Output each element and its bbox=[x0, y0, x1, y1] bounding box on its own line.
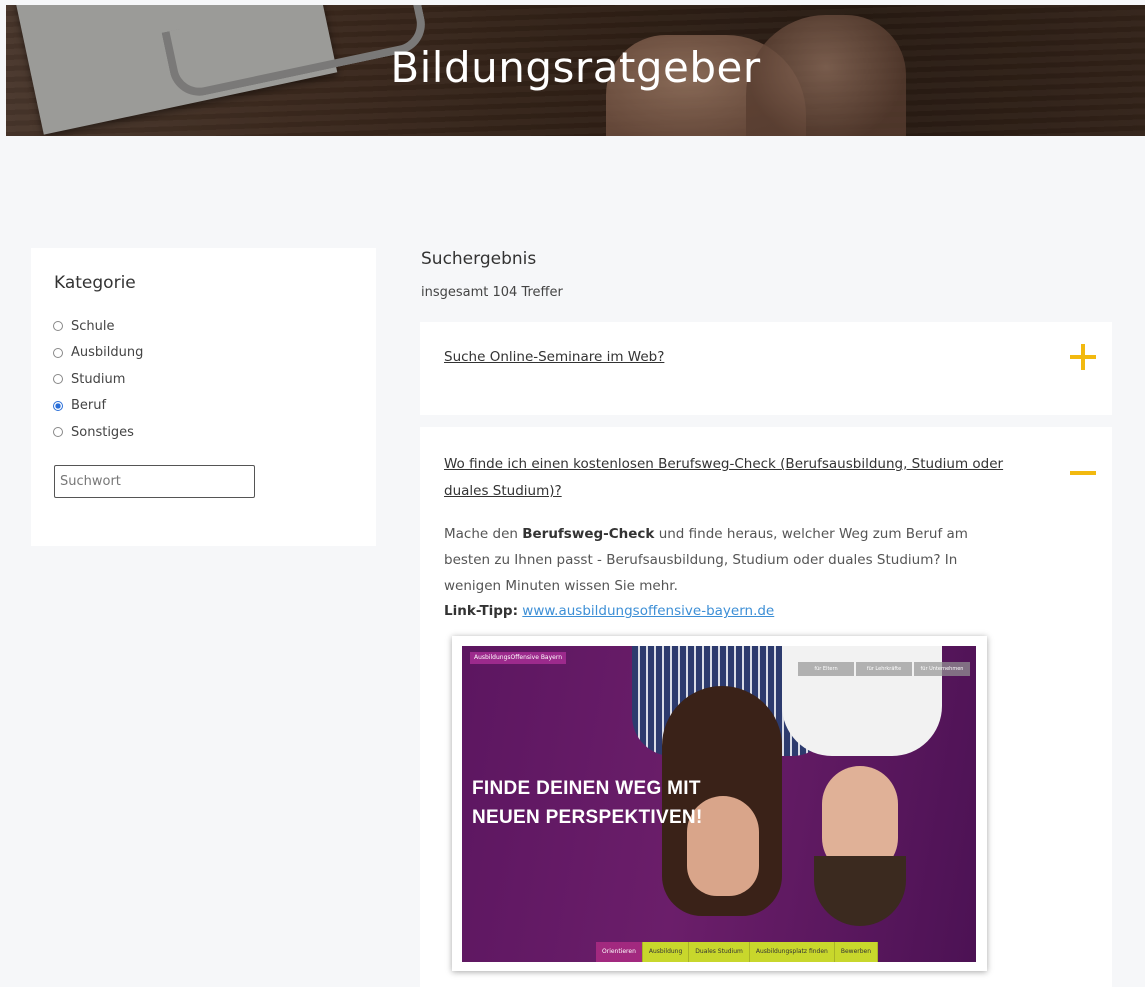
headline-line: FINDE DEINEN WEG MIT bbox=[472, 778, 701, 799]
radio-checked-icon[interactable] bbox=[53, 400, 63, 411]
website-screenshot-image[interactable]: AusbildungsOffensive Bayern für Eltern f… bbox=[452, 636, 987, 971]
radio-unchecked-icon[interactable] bbox=[53, 427, 63, 438]
headline-line: NEUEN PERSPEKTIVEN! bbox=[472, 807, 703, 828]
radio-unchecked-icon[interactable] bbox=[53, 347, 63, 358]
results-count: insgesamt 104 Treffer bbox=[421, 285, 563, 300]
category-label: Studium bbox=[71, 371, 126, 387]
screenshot-nav: für Eltern für Lehrkräfte für Unternehme… bbox=[798, 662, 970, 676]
plus-icon[interactable] bbox=[1068, 342, 1098, 372]
radio-unchecked-icon[interactable] bbox=[53, 321, 63, 332]
faq-question-link[interactable]: Suche Online-Seminare im Web? bbox=[444, 344, 664, 371]
category-label: Ausbildung bbox=[71, 345, 144, 361]
link-tip-label: Link-Tipp: bbox=[444, 603, 518, 619]
category-label: Beruf bbox=[71, 398, 107, 414]
site-logo: AusbildungsOffensive Bayern bbox=[470, 652, 567, 664]
screenshot-tab: Duales Studium bbox=[689, 942, 750, 962]
link-tip-url[interactable]: www.ausbildungsoffensive-bayern.de bbox=[522, 603, 774, 619]
page-title: Bildungsratgeber bbox=[390, 43, 761, 92]
radio-unchecked-icon[interactable] bbox=[53, 374, 63, 385]
category-option-ausbildung[interactable]: Ausbildung bbox=[53, 340, 143, 367]
screenshot-content: AusbildungsOffensive Bayern für Eltern f… bbox=[462, 646, 976, 962]
hero-banner: Bildungsratgeber bbox=[6, 5, 1145, 136]
category-option-studium[interactable]: Studium bbox=[53, 366, 143, 393]
answer-text-start: Mache den bbox=[444, 526, 523, 542]
screenshot-nav-item: für Unternehmen bbox=[914, 662, 970, 676]
category-heading: Kategorie bbox=[54, 273, 136, 293]
faq-item-expanded: Wo finde ich einen kostenlosen Berufsweg… bbox=[420, 427, 1112, 987]
results-title: Suchergebnis bbox=[421, 249, 537, 269]
category-option-sonstiges[interactable]: Sonstiges bbox=[53, 419, 143, 446]
screenshot-headline: FINDE DEINEN WEG MIT NEUEN PERSPEKTIVEN! bbox=[472, 774, 703, 832]
search-input[interactable] bbox=[54, 465, 255, 498]
minus-icon[interactable] bbox=[1068, 458, 1098, 488]
screenshot-tab: Orientieren bbox=[596, 942, 643, 962]
screenshot-tab: Ausbildung bbox=[642, 942, 690, 962]
faq-question-link[interactable]: Wo finde ich einen kostenlosen Berufsweg… bbox=[444, 451, 1004, 505]
minus-icon-bar bbox=[1070, 471, 1096, 475]
screenshot-nav-item: für Lehrkräfte bbox=[856, 662, 912, 676]
category-radio-group: Schule Ausbildung Studium Beruf Sonstige… bbox=[53, 313, 143, 446]
category-label: Schule bbox=[71, 318, 115, 334]
screenshot-nav-item: für Eltern bbox=[798, 662, 854, 676]
filter-sidebar: Kategorie Schule Ausbildung Studium Beru… bbox=[31, 248, 376, 546]
screenshot-tabs: Orientieren Ausbildung Duales Studium Au… bbox=[596, 942, 879, 962]
screenshot-tab: Bewerben bbox=[834, 942, 879, 962]
plus-icon-bar-vertical bbox=[1081, 344, 1085, 370]
faq-item: Suche Online-Seminare im Web? bbox=[420, 322, 1112, 415]
category-option-beruf[interactable]: Beruf bbox=[53, 393, 143, 420]
link-tip: Link-Tipp: www.ausbildungsoffensive-baye… bbox=[444, 603, 774, 619]
category-option-schule[interactable]: Schule bbox=[53, 313, 143, 340]
category-label: Sonstiges bbox=[71, 424, 134, 440]
answer-highlight: Berufsweg-Check bbox=[522, 526, 655, 542]
faq-answer-text: Mache den Berufsweg-Check und finde hera… bbox=[444, 521, 984, 599]
person-hair bbox=[814, 856, 906, 926]
screenshot-tab: Ausbildungsplatz finden bbox=[749, 942, 835, 962]
